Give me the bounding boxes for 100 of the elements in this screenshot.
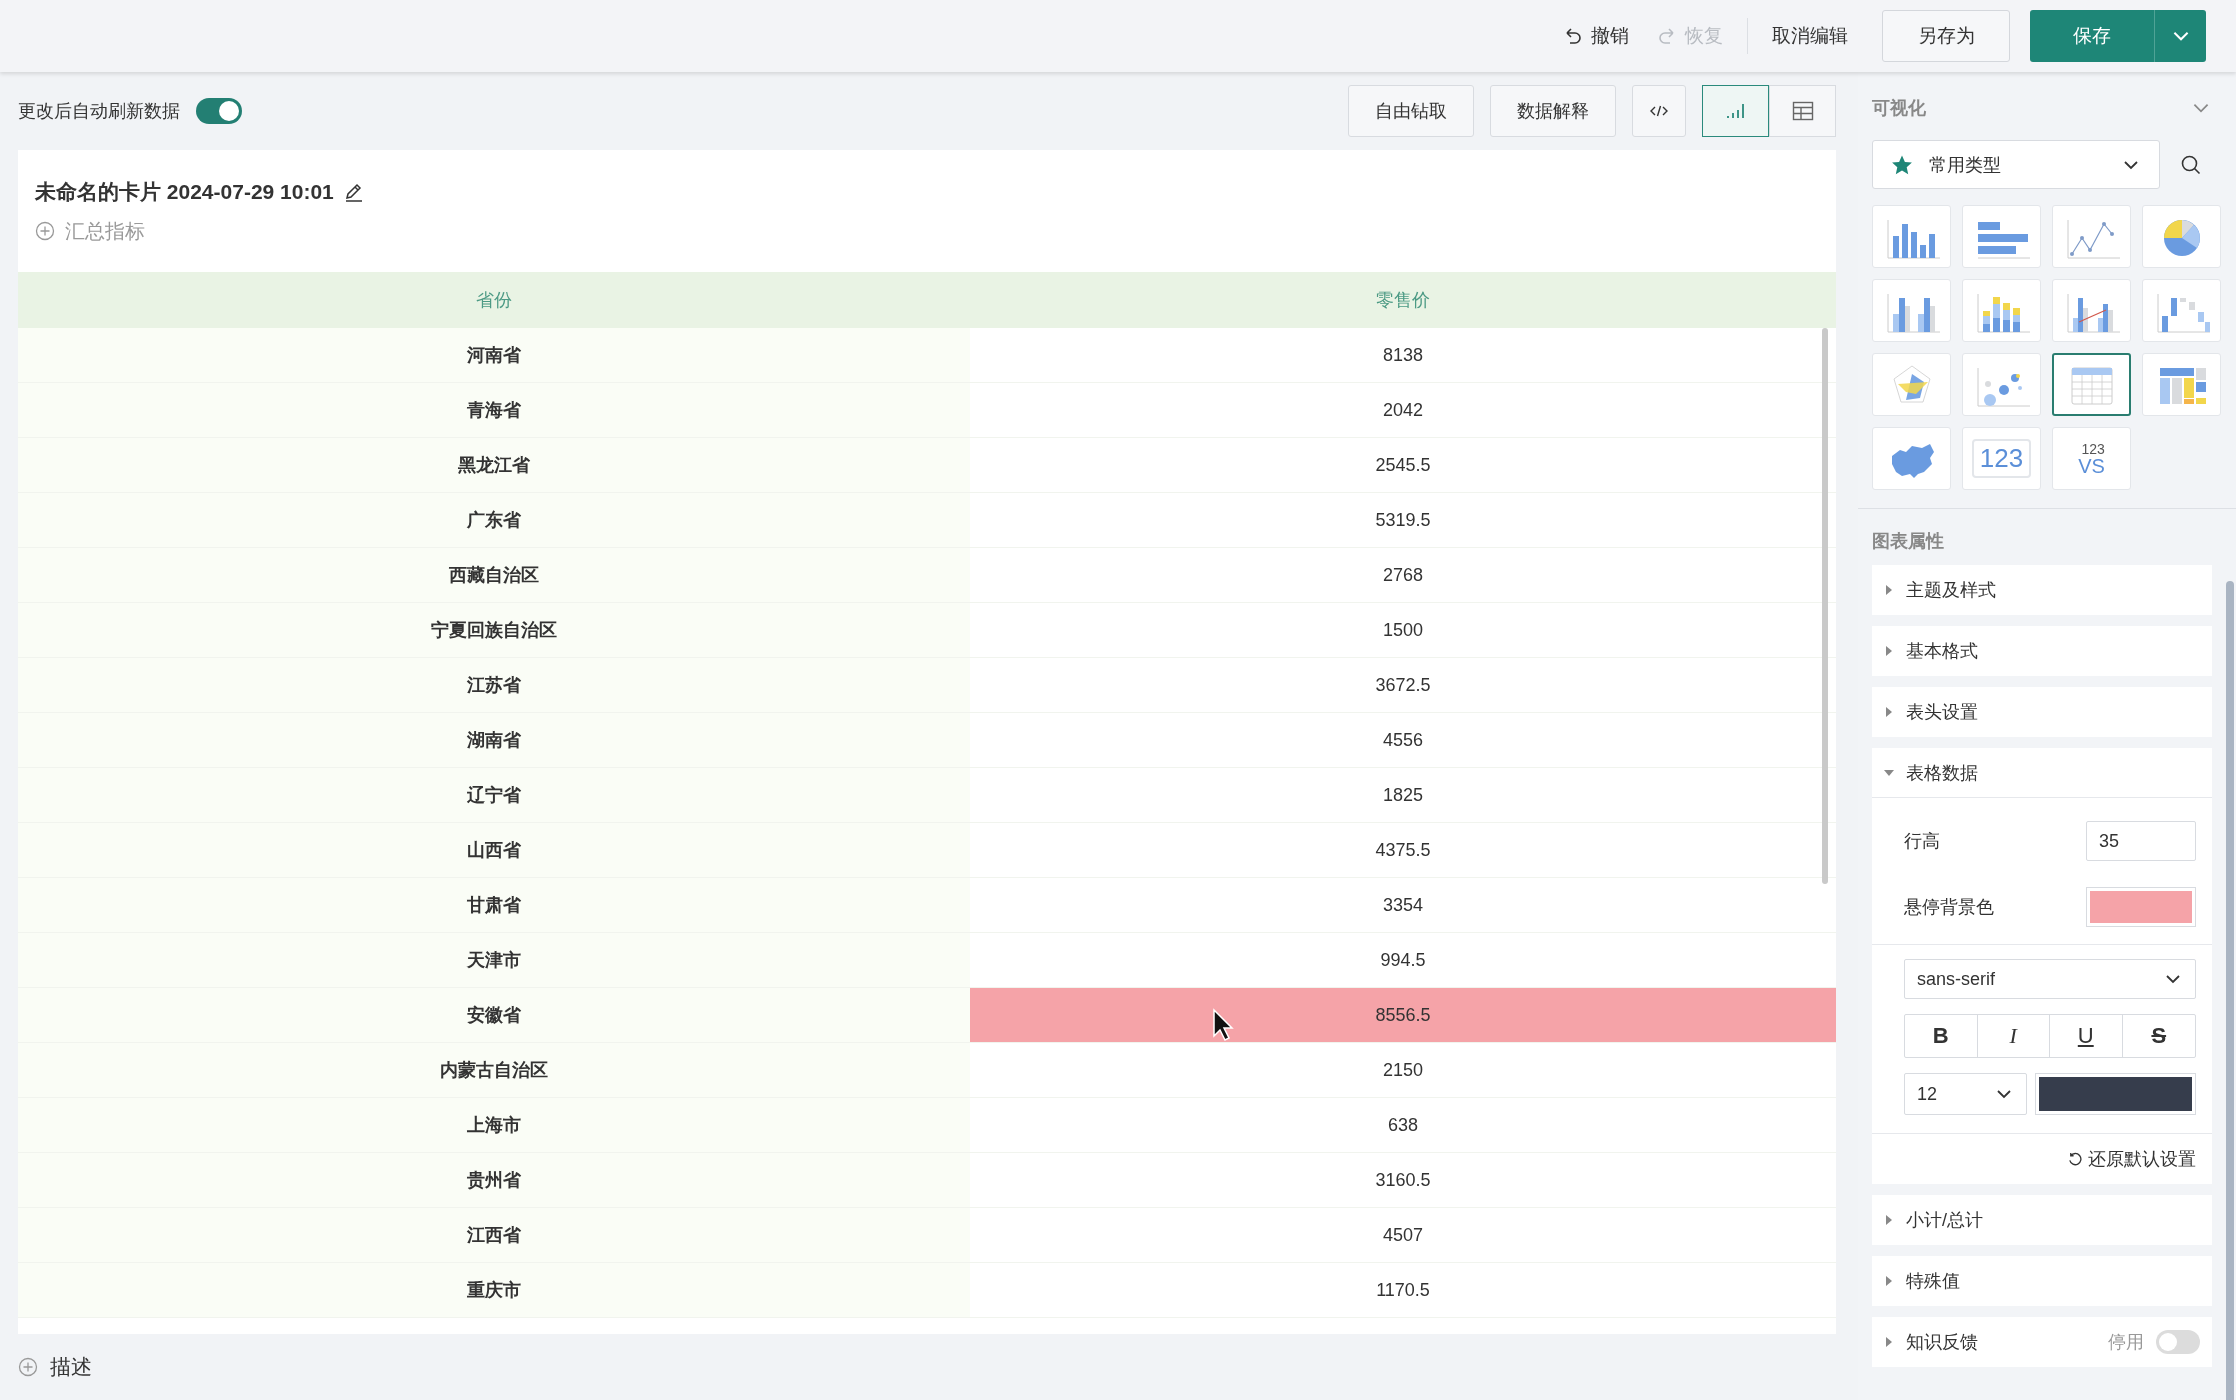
table-cell-text: 1170.5: [1375, 1278, 1431, 1302]
toolbar-button[interactable]: 自由钻取: [1348, 85, 1474, 137]
cancel-edit-button[interactable]: 取消编辑: [1758, 11, 1862, 61]
auto-refresh-label: 更改后自动刷新数据: [18, 100, 180, 123]
table-cell: 湖南省: [18, 713, 970, 767]
redo-icon: [1657, 26, 1677, 46]
table-cell-text: 4507: [1381, 1223, 1424, 1247]
table-cell: 内蒙古自治区: [18, 1043, 970, 1097]
table-cell-text: 2150: [1381, 1058, 1424, 1082]
section-header[interactable]: 表格数据: [1872, 748, 2212, 798]
caret-right-icon: [1884, 1276, 1894, 1286]
add-description-button[interactable]: 描述: [18, 1353, 92, 1381]
table-cell: 甘肃省: [18, 878, 970, 932]
scrollbar-thumb[interactable]: [2226, 581, 2234, 1400]
field-label: 行高: [1904, 830, 1940, 853]
text-style-button[interactable]: S: [2122, 1015, 2195, 1057]
number-label: 123: [2081, 441, 2105, 456]
table-cell: 安徽省: [18, 988, 970, 1042]
reset-button[interactable]: 还原默认设置: [2067, 1147, 2196, 1171]
table-cell-text: 994.5: [1379, 948, 1427, 972]
font-size-select[interactable]: 12: [1904, 1073, 2027, 1115]
scrollbar-thumb[interactable]: [1822, 328, 1828, 884]
section-header[interactable]: 知识反馈 停用: [1872, 1317, 2212, 1367]
section-header[interactable]: 基本格式: [1872, 626, 2212, 676]
table-cell-text: 638: [1386, 1113, 1419, 1137]
caret-right-icon: [1884, 646, 1894, 656]
section-header[interactable]: 表头设置: [1872, 687, 2212, 737]
section-header[interactable]: 特殊值: [1872, 1256, 2212, 1306]
field-label: 悬停背景色: [1904, 896, 1994, 919]
table-cell-text: 2545.5: [1374, 453, 1432, 477]
table-cell-text: 4556: [1381, 728, 1424, 752]
undo-button[interactable]: 撤销: [1549, 11, 1643, 61]
section-header[interactable]: 小计/总计: [1872, 1195, 2212, 1245]
toolbar-button[interactable]: 数据解释: [1490, 85, 1616, 137]
section-header[interactable]: 主题及样式: [1872, 565, 2212, 615]
add-icon: [18, 1357, 38, 1377]
table-cell-text: 8138: [1381, 343, 1424, 367]
table-cell: 西藏自治区: [18, 548, 970, 602]
table-cell: 上海市: [18, 1098, 970, 1152]
row-height-field[interactable]: 35: [2086, 821, 2196, 861]
add-icon: [35, 221, 55, 241]
table-cell-text: 2042: [1381, 398, 1424, 422]
caret-right-icon: [1884, 1337, 1894, 1347]
table-cell-text: 3354: [1381, 893, 1424, 917]
number-label: 123: [1971, 439, 2032, 478]
caret-down-icon: [1884, 767, 1894, 778]
table-cell: 青海省: [18, 383, 970, 437]
table-cell: 江苏省: [18, 658, 970, 712]
view-mode-tab[interactable]: [1702, 85, 1769, 137]
auto-refresh-toggle[interactable]: [196, 98, 242, 124]
text-style-button[interactable]: U: [2050, 1015, 2123, 1057]
section-label: 特殊值: [1906, 1270, 1960, 1293]
section-label: 表格数据: [1906, 761, 1978, 785]
table-cell: 河南省: [18, 328, 970, 382]
section-label: 主题及样式: [1906, 579, 1996, 602]
card-title: 未命名的卡片 2024-07-29 10:01: [35, 178, 334, 205]
table-cell-text: 1500: [1381, 618, 1424, 642]
caret-right-icon: [1884, 1215, 1894, 1225]
caret-right-icon: [1884, 707, 1894, 717]
table-cell: 广东省: [18, 493, 970, 547]
chart-category-select[interactable]: 常用类型: [1872, 140, 2160, 189]
table-cell-text: 3672.5: [1374, 673, 1432, 697]
text-style-button[interactable]: I: [1977, 1015, 2050, 1057]
section-title: 图表属性: [1872, 530, 1945, 553]
save-button[interactable]: 保存: [2030, 10, 2154, 62]
table-cell: 天津市: [18, 933, 970, 987]
table-cell-text: 1825: [1381, 783, 1424, 807]
save-as-button[interactable]: 另存为: [1882, 10, 2010, 62]
table-cell: 宁夏回族自治区: [18, 603, 970, 657]
panel-title: 可视化: [1872, 97, 1926, 120]
table-cell: 黑龙江省: [18, 438, 970, 492]
table-cell: 江西省: [18, 1208, 970, 1262]
text-style-button[interactable]: B: [1905, 1015, 1978, 1057]
table-cell-text: 3160.5: [1374, 1168, 1432, 1192]
save-options-button[interactable]: [2154, 10, 2206, 62]
table-cell: 重庆市: [18, 1263, 970, 1317]
table-cell: 8556.5: [970, 988, 1836, 1042]
section-label: 小计/总计: [1906, 1209, 1983, 1232]
section-label: 基本格式: [1906, 640, 1978, 663]
reset-icon: [2067, 1151, 2082, 1167]
font-select[interactable]: sans-serif: [1904, 959, 2196, 999]
code-button[interactable]: [1632, 85, 1686, 137]
undo-icon: [1563, 26, 1583, 46]
table-cell: 辽宁省: [18, 768, 970, 822]
table-cell: 贵州省: [18, 1153, 970, 1207]
table-cell-text: 2768: [1381, 563, 1424, 587]
table-cell-text: 4375.5: [1374, 838, 1432, 862]
column-header: 省份: [475, 289, 513, 312]
cursor-icon: [1212, 1008, 1234, 1042]
comparison-label: VS: [2078, 455, 2105, 476]
column-header: 零售价: [1375, 289, 1431, 312]
caret-right-icon: [1884, 585, 1894, 595]
category-label: 常用类型: [1929, 153, 2001, 177]
chart-type-tile[interactable]: 123 VS: [2052, 427, 2131, 490]
table-cell: 山西省: [18, 823, 970, 877]
table-cell-text: 5319.5: [1374, 508, 1432, 532]
section-label: 知识反馈: [1906, 1331, 1978, 1354]
section-toggle[interactable]: [2156, 1330, 2200, 1354]
toggle-label: 停用: [2108, 1331, 2144, 1354]
chart-type-tile[interactable]: [2052, 353, 2131, 416]
